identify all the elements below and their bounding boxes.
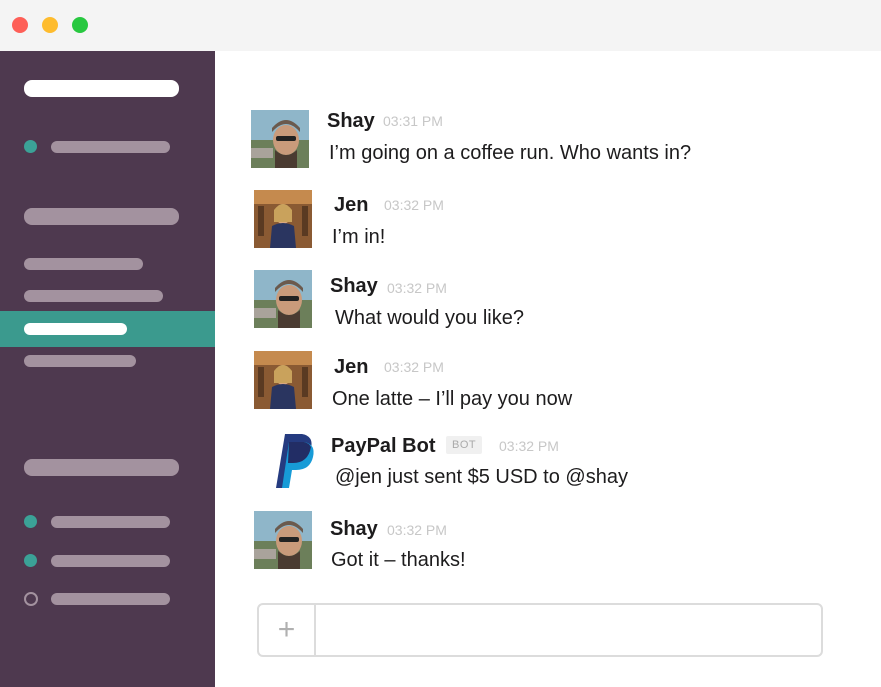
message-timestamp[interactable]: 03:31 PM xyxy=(383,113,443,129)
message-author[interactable]: Jen xyxy=(334,356,368,379)
sidebar-item-channel-1[interactable] xyxy=(24,258,143,270)
paypal-logo-icon[interactable] xyxy=(262,430,322,490)
jen-avatar[interactable] xyxy=(254,190,312,248)
sidebar-item-channel-4[interactable] xyxy=(24,355,136,367)
current-user-placeholder[interactable] xyxy=(51,141,170,153)
shay-avatar[interactable] xyxy=(251,110,309,168)
message-timestamp[interactable]: 03:32 PM xyxy=(384,359,444,375)
message-timestamp[interactable]: 03:32 PM xyxy=(384,197,444,213)
jen-avatar[interactable] xyxy=(254,351,312,409)
message-timestamp[interactable]: 03:32 PM xyxy=(499,438,559,454)
message-composer: + xyxy=(257,603,823,657)
message-text: I’m in! xyxy=(332,226,386,248)
message-author[interactable]: PayPal Bot xyxy=(331,435,435,458)
presence-away-icon xyxy=(24,592,38,606)
presence-online-icon xyxy=(24,554,37,567)
message-timestamp[interactable]: 03:32 PM xyxy=(387,522,447,538)
close-window-button[interactable] xyxy=(12,17,28,33)
message-text: One latte – I’ll pay you now xyxy=(332,388,573,410)
presence-online-icon xyxy=(24,140,37,153)
sidebar-item-active-channel[interactable] xyxy=(0,311,215,347)
message-text: What would you like? xyxy=(335,307,524,329)
channels-section-header-placeholder[interactable] xyxy=(24,208,179,225)
message-input[interactable] xyxy=(316,605,821,655)
message-text: @jen just sent $5 USD to @shay xyxy=(335,466,628,488)
message-timestamp[interactable]: 03:32 PM xyxy=(387,280,447,296)
message-author[interactable]: Shay xyxy=(330,518,378,541)
active-channel-label-placeholder xyxy=(24,323,127,335)
sidebar-item-dm-1[interactable] xyxy=(51,516,170,528)
minimize-window-button[interactable] xyxy=(42,17,58,33)
workspace-name-placeholder[interactable] xyxy=(24,80,179,97)
sidebar xyxy=(0,51,215,687)
direct-messages-section-header-placeholder[interactable] xyxy=(24,459,179,476)
message-text: Got it – thanks! xyxy=(331,549,466,571)
zoom-window-button[interactable] xyxy=(72,17,88,33)
message-author[interactable]: Shay xyxy=(330,275,378,298)
window-titlebar xyxy=(0,0,881,51)
message-author[interactable]: Shay xyxy=(327,110,375,133)
shay-avatar[interactable] xyxy=(254,511,312,569)
message-author[interactable]: Jen xyxy=(334,194,368,217)
add-attachment-button[interactable]: + xyxy=(259,605,316,655)
message-text: I’m going on a coffee run. Who wants in? xyxy=(329,142,692,164)
sidebar-item-dm-2[interactable] xyxy=(51,555,170,567)
presence-online-icon xyxy=(24,515,37,528)
bot-badge: BOT xyxy=(446,436,483,454)
sidebar-item-channel-2[interactable] xyxy=(24,290,163,302)
shay-avatar[interactable] xyxy=(254,270,312,328)
sidebar-item-dm-3[interactable] xyxy=(51,593,170,605)
